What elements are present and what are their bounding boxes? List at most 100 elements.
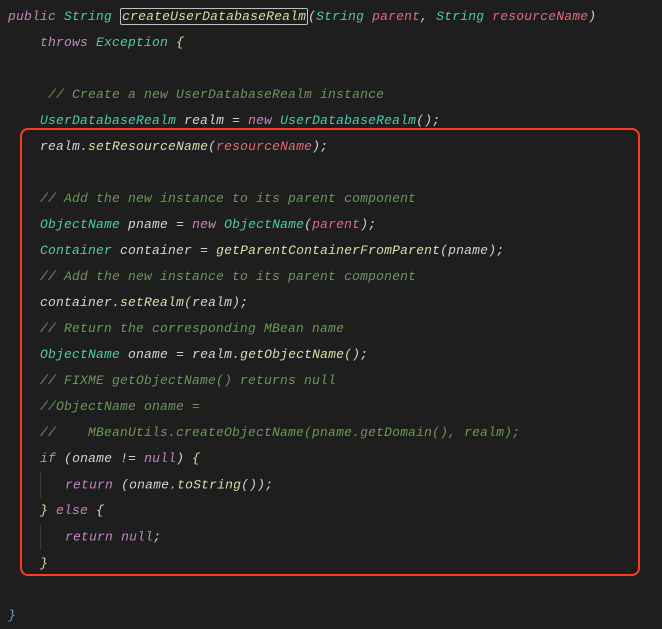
- ctor: UserDatabaseRealm: [280, 113, 416, 128]
- var: realm: [192, 347, 232, 362]
- code-line: Container container = getParentContainer…: [0, 238, 662, 264]
- end: ();: [344, 347, 368, 362]
- op: !=: [120, 451, 136, 466]
- comment: // Create a new UserDatabaseRealm instan…: [48, 87, 384, 102]
- code-line: public String createUserDatabaseRealm(St…: [0, 4, 662, 30]
- keyword-new: new: [192, 217, 216, 232]
- code-line: return null;: [0, 524, 662, 550]
- code-line: realm.setResourceName(resourceName);: [0, 134, 662, 160]
- type: Container: [40, 243, 112, 258]
- null: null: [144, 451, 176, 466]
- var: oname: [128, 347, 168, 362]
- paren: (: [64, 451, 72, 466]
- paren: (: [308, 9, 316, 24]
- keyword-return: return: [65, 530, 113, 545]
- end: );: [488, 243, 504, 258]
- keyword-if: if: [40, 451, 56, 466]
- code-line: // Return the corresponding MBean name: [0, 316, 662, 342]
- ctor: ObjectName: [224, 217, 304, 232]
- end: );: [232, 295, 248, 310]
- dot: .: [112, 295, 120, 310]
- code-line: } else {: [0, 498, 662, 524]
- dot: .: [169, 477, 177, 492]
- brace: }: [40, 503, 48, 518]
- type: UserDatabaseRealm: [40, 113, 176, 128]
- type: String: [436, 9, 484, 24]
- method-name-highlight[interactable]: createUserDatabaseRealm: [120, 8, 308, 25]
- method-call: getObjectName: [240, 347, 344, 362]
- code-line: // MBeanUtils.createObjectName(pname.get…: [0, 420, 662, 446]
- end: );: [360, 217, 376, 232]
- code-line: if (oname != null) {: [0, 446, 662, 472]
- paren: (: [208, 139, 216, 154]
- code-line: // Create a new UserDatabaseRealm instan…: [0, 82, 662, 108]
- end: ());: [241, 477, 273, 492]
- comment: //ObjectName oname =: [40, 399, 200, 414]
- eq: =: [176, 347, 184, 362]
- method-call: toString: [177, 477, 241, 492]
- end: ();: [416, 113, 440, 128]
- brace: }: [40, 556, 48, 571]
- param: resourceName: [492, 9, 588, 24]
- code-editor[interactable]: public String createUserDatabaseRealm(St…: [0, 4, 662, 629]
- code-line: ObjectName pname = new ObjectName(parent…: [0, 212, 662, 238]
- code-line: container.setRealm(realm);: [0, 290, 662, 316]
- type-string: String: [64, 9, 112, 24]
- keyword-public: public: [8, 9, 56, 24]
- arg: pname: [448, 243, 488, 258]
- paren: ): [176, 451, 184, 466]
- type: String: [316, 9, 364, 24]
- keyword-else: else: [56, 503, 88, 518]
- code-line: // Add the new instance to its parent co…: [0, 264, 662, 290]
- code-line: }: [0, 551, 662, 577]
- var: realm: [40, 139, 80, 154]
- eq: =: [176, 217, 184, 232]
- end: );: [312, 139, 328, 154]
- code-line: // Add the new instance to its parent co…: [0, 186, 662, 212]
- brace: {: [176, 35, 184, 50]
- eq: =: [200, 243, 208, 258]
- paren: (: [121, 477, 129, 492]
- comment: // Return the corresponding MBean name: [40, 321, 344, 336]
- var: oname: [72, 451, 112, 466]
- comma: ,: [420, 9, 428, 24]
- comment: // MBeanUtils.createObjectName(pname.get…: [40, 425, 520, 440]
- code-line: //ObjectName oname =: [0, 394, 662, 420]
- comment: // Add the new instance to its parent co…: [40, 269, 416, 284]
- type: ObjectName: [40, 217, 120, 232]
- var: container: [120, 243, 192, 258]
- var: realm: [184, 113, 224, 128]
- method-call: setResourceName: [88, 139, 208, 154]
- code-line: UserDatabaseRealm realm = new UserDataba…: [0, 108, 662, 134]
- type-exception: Exception: [96, 35, 168, 50]
- code-line: [0, 577, 662, 603]
- var: container: [40, 295, 112, 310]
- eq: =: [232, 113, 240, 128]
- param: parent: [372, 9, 420, 24]
- keyword-return: return: [65, 477, 113, 492]
- paren: (: [440, 243, 448, 258]
- var: oname: [129, 477, 169, 492]
- brace: {: [192, 451, 200, 466]
- semi: ;: [153, 530, 161, 545]
- code-line: }: [0, 603, 662, 629]
- code-line: throws Exception {: [0, 30, 662, 56]
- paren: (: [184, 295, 192, 310]
- code-line: ObjectName oname = realm.getObjectName()…: [0, 342, 662, 368]
- code-line: [0, 56, 662, 82]
- comment: // FIXME getObjectName() returns null: [40, 373, 336, 388]
- arg: resourceName: [216, 139, 312, 154]
- code-line: [0, 160, 662, 186]
- brace: }: [8, 608, 16, 623]
- comment: // Add the new instance to its parent co…: [40, 191, 416, 206]
- method-call: getParentContainerFromParent: [216, 243, 440, 258]
- dot: .: [232, 347, 240, 362]
- method-call: setRealm: [120, 295, 184, 310]
- code-line: return (oname.toString());: [0, 472, 662, 498]
- keyword-new: new: [248, 113, 272, 128]
- arg: realm: [192, 295, 232, 310]
- arg: parent: [312, 217, 360, 232]
- var: pname: [128, 217, 168, 232]
- paren: ): [588, 9, 596, 24]
- paren: (: [304, 217, 312, 232]
